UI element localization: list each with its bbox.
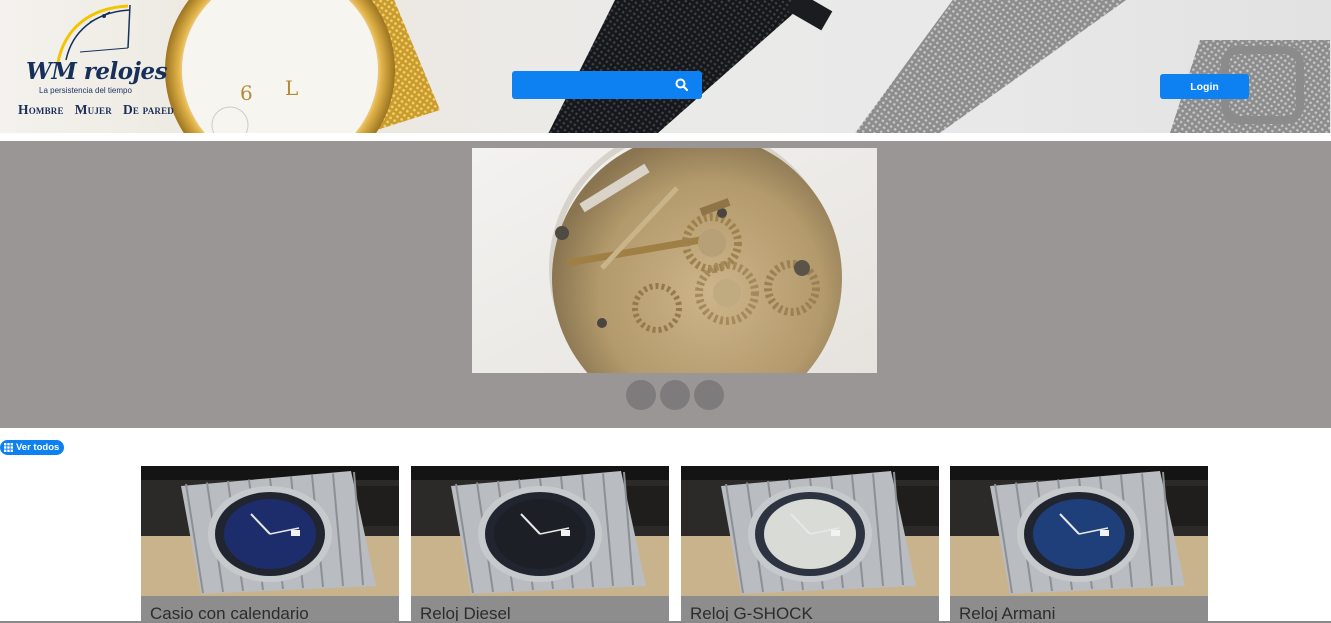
carousel-indicators [626,380,724,410]
product-card[interactable]: Reloj Armani [950,466,1208,623]
search-icon[interactable] [674,77,690,93]
view-all-button[interactable]: Ver todos [0,440,65,455]
carousel-slide-image[interactable] [472,148,877,373]
product-card[interactable]: Reloj Diesel [411,466,669,623]
product-image [950,466,1208,596]
search-input[interactable] [518,75,668,95]
carousel-dot-2[interactable] [660,380,690,410]
nav-item-hombre[interactable]: Hombre [18,102,64,118]
hero-carousel [0,141,1331,428]
main-nav: Hombre Mujer De pared [18,102,174,118]
product-card[interactable]: Reloj G-SHOCK [681,466,939,623]
nav-item-de-pared[interactable]: De pared [123,102,174,118]
search-bar [512,71,702,99]
login-button[interactable]: Login [1160,74,1249,99]
view-all-label: Ver todos [16,442,60,453]
grid-icon [4,443,13,452]
product-card[interactable]: Casio con calendario [141,466,399,623]
product-image [681,466,939,596]
clock-hands-logo-icon [56,4,131,63]
site-logo[interactable]: WM relojes La persistencia del tiempo [10,0,210,100]
site-header: 6 L WM relojes La persistencia del tiemp… [0,0,1331,133]
svg-text:6: 6 [240,81,253,105]
svg-text:L: L [285,76,298,100]
product-image [411,466,669,596]
product-image [141,466,399,596]
brand-name: WM relojes [26,58,168,85]
brand-tagline: La persistencia del tiempo [39,86,132,95]
carousel-dot-1[interactable] [626,380,656,410]
nav-item-mujer[interactable]: Mujer [75,102,112,118]
carousel-dot-3[interactable] [694,380,724,410]
